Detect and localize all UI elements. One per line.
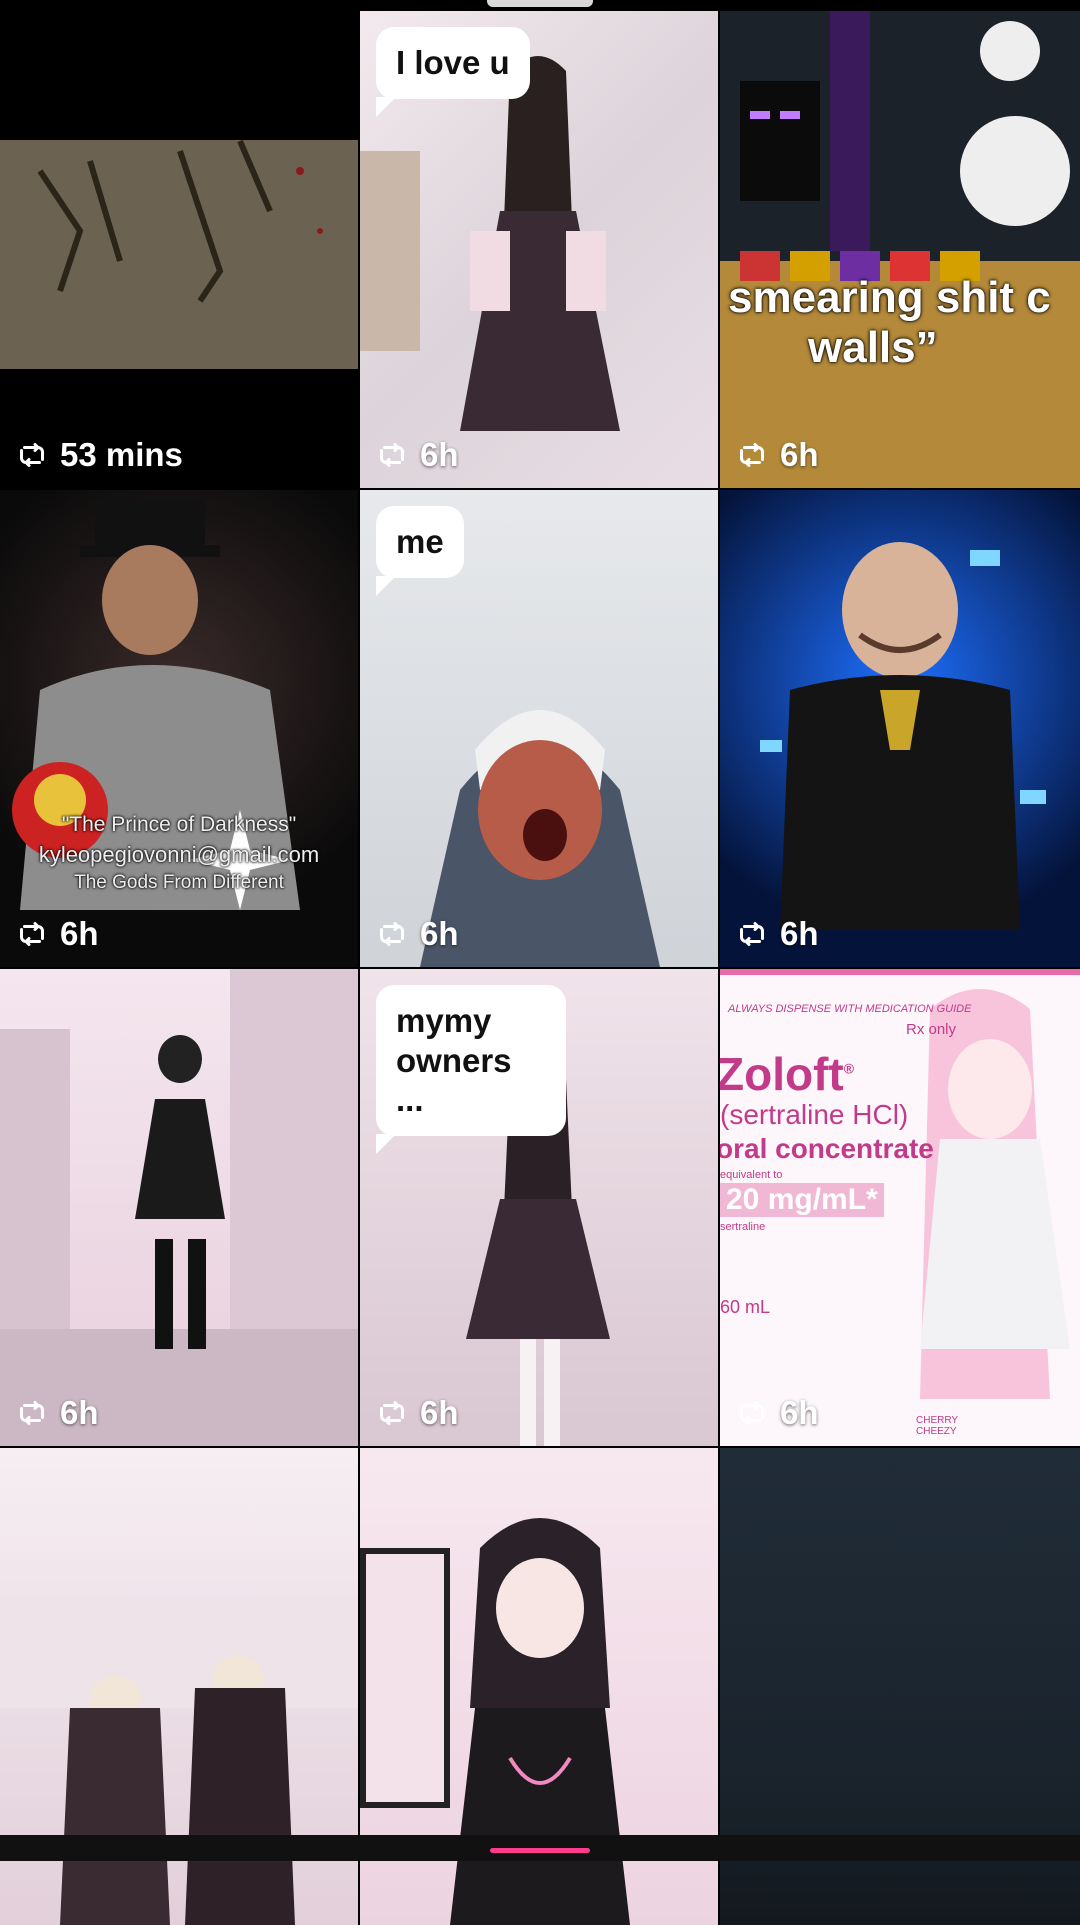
repost-overlay: 6h (734, 1394, 819, 1432)
repost-overlay: 53 mins (14, 436, 183, 474)
carved-wood-image (37, 139, 323, 303)
minecraft-scene-image (720, 11, 1080, 488)
prince-of-darkness-image (12, 500, 300, 910)
video-thumbnail[interactable]: 53 mins (0, 11, 358, 488)
repost-icon (380, 443, 404, 467)
repost-time: 6h (60, 915, 99, 952)
video-caption: "The Prince of Darkness" (61, 813, 297, 836)
repost-overlay: 6h (14, 915, 99, 953)
repost-time: 6h (420, 915, 459, 952)
video-grid: 53 mins I love u 6h smearing shit c wall… (0, 11, 1080, 1925)
repost-overlay: 6h (374, 436, 459, 474)
label-form: oral concentrate (720, 1133, 934, 1164)
repost-icon (20, 1401, 44, 1425)
label-sub: sertraline (720, 1221, 766, 1233)
repost-icon (740, 1401, 764, 1425)
video-thumbnail[interactable]: 6h (0, 969, 358, 1446)
repost-icon (740, 443, 764, 467)
video-thumbnail[interactable]: I love u 6h (360, 11, 718, 488)
medication-label: ALWAYS DISPENSE WITH MEDICATION GUIDE Rx… (720, 1003, 1080, 1437)
video-thumbnail[interactable]: me 6h (360, 490, 718, 967)
repost-overlay: 6h (374, 1394, 459, 1432)
label-rx: Rx only (906, 1021, 957, 1038)
street-girl-image (0, 969, 358, 1446)
repost-icon (20, 443, 44, 467)
label-dose: 20 mg/mL* (720, 1183, 884, 1217)
video-thumbnail[interactable]: 6h (720, 490, 1080, 967)
repost-icon (740, 922, 764, 946)
home-indicator[interactable] (490, 1848, 590, 1853)
repost-time: 6h (780, 436, 819, 473)
repost-overlay: 6h (374, 915, 459, 953)
repost-icon (20, 922, 44, 946)
label-brand: Zoloft® (720, 1048, 855, 1100)
artist-signature: CHERRY CHEEZY (916, 1415, 958, 1437)
repost-overlay: 6h (734, 436, 819, 474)
top-drag-handle[interactable] (487, 0, 593, 7)
repost-overlay: 6h (14, 1394, 99, 1432)
text-bubble: me (376, 506, 464, 596)
text-bubble-text: mymy owners ... (396, 1002, 512, 1119)
video-caption-email: kyleopegiovonni@gmail.com (38, 842, 320, 867)
label-top: ALWAYS DISPENSE WITH MEDICATION GUIDE (728, 1003, 972, 1015)
repost-icon (380, 922, 404, 946)
video-caption: smearing shit c walls” (728, 273, 1051, 372)
repost-time: 53 mins (60, 436, 183, 473)
repost-overlay: 6h (734, 915, 819, 953)
label-generic: (sertraline HCl) (720, 1099, 909, 1130)
video-thumbnail[interactable]: ALWAYS DISPENSE WITH MEDICATION GUIDE Rx… (720, 969, 1080, 1446)
video-caption-line3: The Gods From Different (74, 872, 284, 893)
repost-time: 6h (420, 436, 459, 473)
text-bubble: I love u (376, 27, 530, 117)
text-bubble: mymy owners ... (376, 985, 566, 1154)
label-volume: 60 mL (720, 1297, 771, 1317)
repost-time: 6h (420, 1394, 459, 1431)
repost-time: 6h (780, 1394, 819, 1431)
repost-icon (380, 1401, 404, 1425)
repost-time: 6h (60, 1394, 99, 1431)
video-thumbnail[interactable]: mymy owners ... 6h (360, 969, 718, 1446)
label-equiv: equivalent to (720, 1169, 783, 1181)
repost-time: 6h (780, 915, 819, 952)
video-thumbnail[interactable]: smearing shit c walls” 6h (720, 11, 1080, 488)
meme-face-image (760, 542, 1046, 930)
video-thumbnail[interactable]: "The Prince of Darkness" kyleopegiovonni… (0, 490, 358, 967)
